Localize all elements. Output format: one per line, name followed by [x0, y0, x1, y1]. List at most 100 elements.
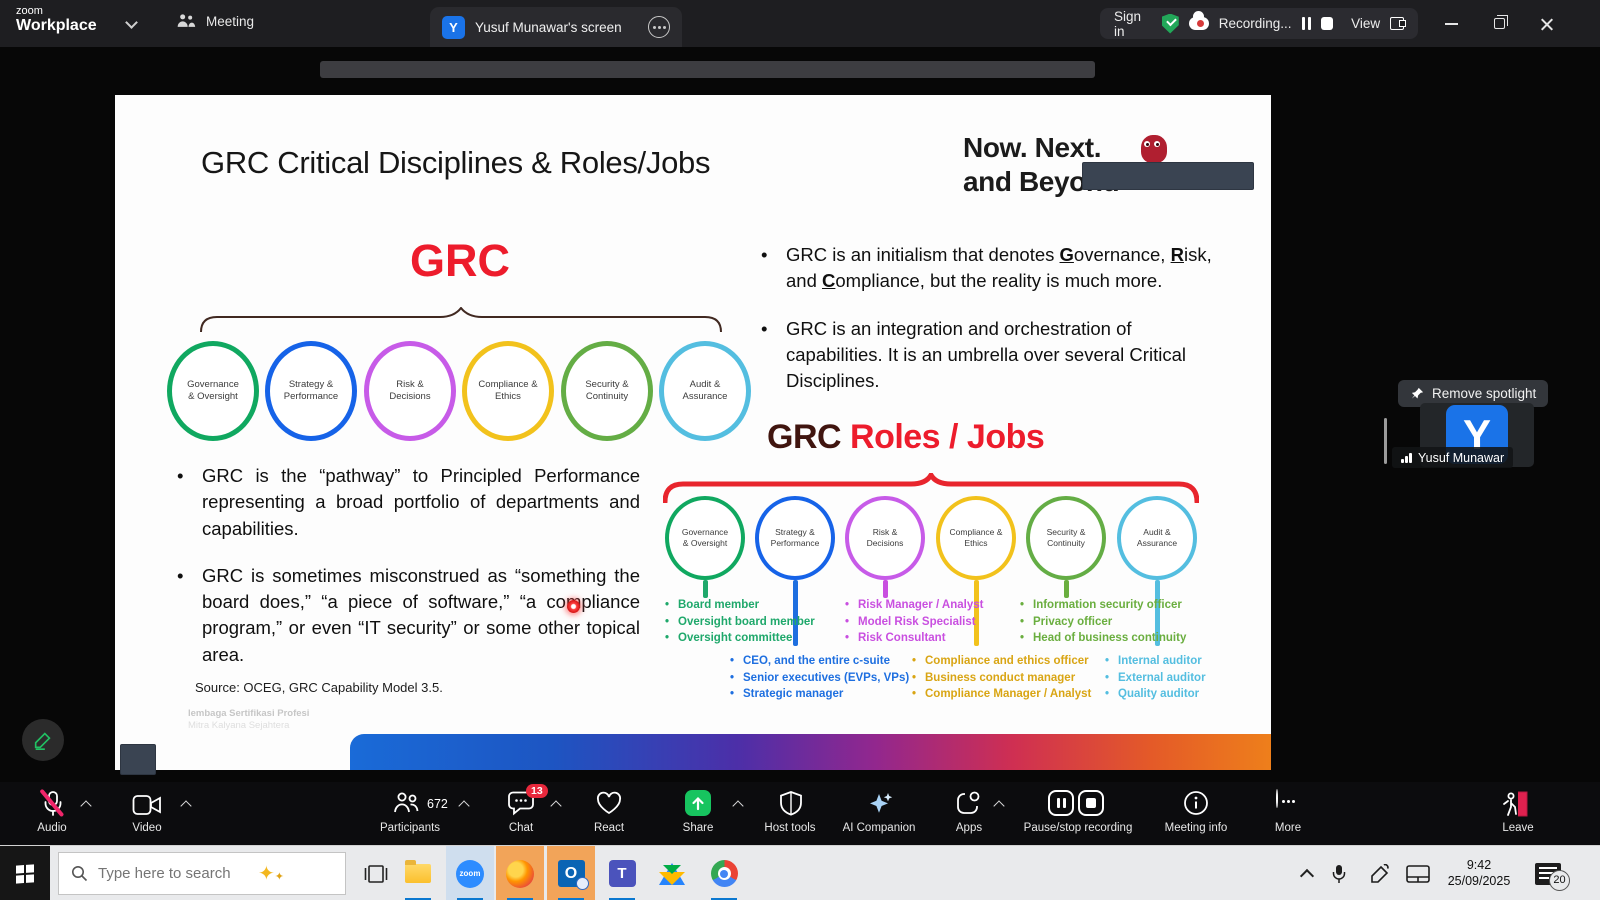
chat-chevron[interactable]: [550, 800, 561, 811]
view-button[interactable]: View: [1351, 16, 1380, 31]
windows-logo-icon: [16, 864, 34, 883]
watermark: Mitra Kalyana Sejahtera: [188, 720, 289, 731]
chevron-up-icon: [1300, 869, 1314, 883]
maximize-button[interactable]: [1476, 0, 1522, 47]
watermark: lembaga Sertifikasi Profesi: [188, 708, 309, 719]
search-highlights-icon[interactable]: ✦✦: [258, 861, 284, 886]
video-options-chevron[interactable]: [180, 800, 191, 811]
search-input[interactable]: [98, 865, 248, 882]
taskbar-clock[interactable]: 9:42 25/09/2025: [1440, 846, 1518, 900]
role-circle: Compliance &Ethics: [936, 496, 1016, 580]
task-view-button[interactable]: [352, 846, 400, 900]
source-citation: Source: OCEG, GRC Capability Model 3.5.: [195, 680, 443, 695]
bullet: GRC is sometimes misconstrued as “someth…: [175, 563, 640, 668]
zoom-app-button[interactable]: zoom: [446, 846, 494, 900]
gdrive-icon: [659, 863, 685, 885]
gdrive-button[interactable]: [648, 846, 696, 900]
brace-roles: [663, 473, 1199, 503]
tab-options-icon[interactable]: [648, 16, 670, 38]
recording-status: Recording...: [1219, 16, 1292, 31]
pen-icon: [1368, 864, 1390, 884]
tab-shared-screen-label: Yusuf Munawar's screen: [475, 20, 622, 35]
role-circle: Audit &Assurance: [1117, 496, 1197, 580]
chrome-icon: [711, 860, 738, 887]
share-chevron[interactable]: [732, 800, 743, 811]
remove-spotlight-label: Remove spotlight: [1432, 386, 1536, 401]
more-icon: [1276, 789, 1278, 808]
bullet: GRC is the “pathway” to Principled Perfo…: [175, 463, 640, 542]
discipline-circle: Compliance &Ethics: [462, 341, 554, 441]
action-center-button[interactable]: 20: [1526, 846, 1570, 900]
meeting-toolbar: Audio Video: [0, 782, 1600, 845]
tab-meeting[interactable]: Meeting: [176, 12, 254, 30]
titlebar-controls: Sign in Recording... View: [1100, 8, 1418, 39]
pause-recording-icon[interactable]: [1302, 17, 1312, 30]
roles-strategy-list: CEO, and the entire c-suiteSenior execut…: [730, 653, 909, 703]
tab-shared-screen[interactable]: Y Yusuf Munawar's screen: [430, 7, 682, 47]
zoom-workplace-window: zoom Workplace Meeting Y Yusuf Munawar's…: [0, 0, 1600, 900]
pencil-icon: [32, 729, 54, 751]
presenter-window-bar: [320, 61, 1095, 78]
redaction-box: [1082, 162, 1254, 190]
pause-recording-icon[interactable]: [1048, 790, 1074, 816]
notification-badge: 20: [1549, 870, 1570, 891]
bullet: GRC is an integration and orchestration …: [759, 316, 1227, 395]
role-circle: Risk &Decisions: [845, 496, 925, 580]
pin-icon: [1410, 386, 1425, 401]
bullet: GRC is an initialism that denotes Govern…: [759, 242, 1227, 295]
clock-date: 25/09/2025: [1440, 873, 1518, 889]
security-shield-icon[interactable]: [1162, 14, 1179, 34]
discipline-circle: Risk &Decisions: [364, 341, 456, 441]
minimize-button[interactable]: [1428, 0, 1474, 47]
share-icon: [685, 790, 711, 816]
firefox-button[interactable]: [496, 846, 544, 900]
teams-button[interactable]: T: [598, 846, 646, 900]
teams-icon: T: [609, 860, 636, 887]
clock-time: 9:42: [1440, 857, 1518, 873]
taskbar-search[interactable]: ✦✦: [58, 852, 346, 895]
file-explorer-button[interactable]: [394, 846, 442, 900]
brand-workplace: Workplace: [16, 17, 97, 35]
tray-expand-button[interactable]: [1292, 846, 1322, 900]
apps-chevron[interactable]: [993, 800, 1004, 811]
outlook-button[interactable]: O: [547, 846, 595, 900]
audio-options-chevron[interactable]: [80, 800, 91, 811]
tagline-line1: Now. Next.: [963, 131, 1119, 165]
more-label: More: [1208, 822, 1368, 834]
connector-line: [883, 580, 888, 598]
roles-governance-list: Board memberOversight board memberOversi…: [665, 597, 815, 647]
people-icon: [176, 12, 196, 30]
info-icon: [1183, 790, 1209, 816]
annotate-button[interactable]: [22, 719, 64, 761]
stop-recording-icon[interactable]: [1321, 17, 1333, 30]
panel-scrollbar[interactable]: [1384, 418, 1387, 464]
mic-tray-icon: [1331, 864, 1347, 884]
audio-signal-icon: [1401, 453, 1412, 463]
participants-chevron[interactable]: [458, 800, 469, 811]
close-button[interactable]: [1524, 0, 1570, 47]
more-button[interactable]: More: [1276, 782, 1278, 845]
stop-recording-icon[interactable]: [1078, 790, 1104, 816]
window-titlebar: zoom Workplace Meeting Y Yusuf Munawar's…: [0, 0, 1600, 47]
chevron-down-icon[interactable]: [125, 16, 138, 29]
redaction-box: [120, 744, 156, 775]
windows-taskbar: ✦✦ zoom O T: [0, 845, 1600, 900]
roles-compliance-list: Compliance and ethics officerBusiness co…: [912, 653, 1091, 703]
role-circle: Strategy &Performance: [755, 496, 835, 580]
start-button[interactable]: [0, 846, 50, 900]
roles-heading: GRC Roles / Jobs: [767, 418, 1044, 457]
view-layout-icon[interactable]: [1390, 17, 1404, 30]
tray-mic-button[interactable]: [1324, 846, 1354, 900]
discipline-circle: Audit &Assurance: [659, 341, 751, 441]
chrome-button[interactable]: [700, 846, 748, 900]
slide-footer-gradient: [350, 734, 1271, 770]
outlook-icon: O: [558, 860, 585, 887]
tray-pen-button[interactable]: [1362, 846, 1396, 900]
participants-icon: [393, 790, 420, 816]
tray-touchpad-button[interactable]: [1400, 846, 1436, 900]
shared-slide: GRC Critical Disciplines & Roles/Jobs No…: [115, 95, 1271, 770]
leave-label: Leave: [1438, 822, 1598, 834]
participant-name: Yusuf Munawar: [1418, 451, 1504, 465]
sign-in-button[interactable]: Sign in: [1114, 9, 1152, 39]
discipline-circle: Governance& Oversight: [167, 341, 259, 441]
